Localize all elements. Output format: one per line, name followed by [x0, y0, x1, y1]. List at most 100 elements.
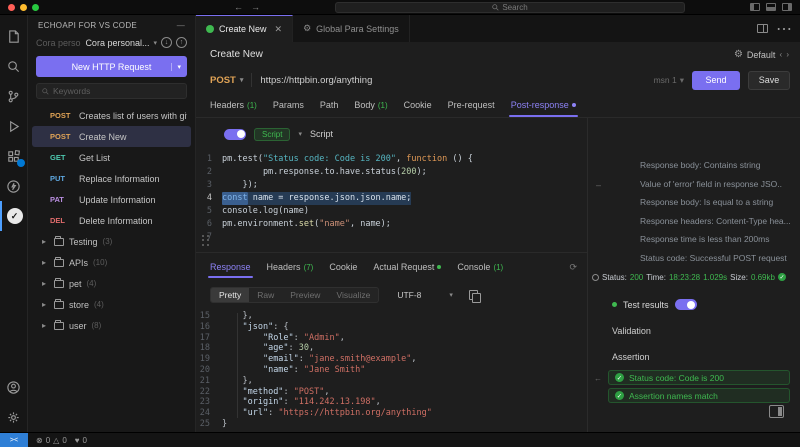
- response-tab-headers[interactable]: Headers (7): [267, 253, 314, 281]
- copy-icon[interactable]: [468, 289, 481, 303]
- response-tab-console[interactable]: Console (1): [457, 253, 503, 281]
- toggle-secondary-sidebar-icon[interactable]: [782, 3, 792, 11]
- url-input[interactable]: https://httpbin.org/anything: [260, 75, 645, 86]
- tab-global-para-settings[interactable]: ⚙ Global Para Settings: [293, 15, 410, 42]
- folder-item[interactable]: ▸ Testing (3): [28, 231, 195, 252]
- folder-name: store: [69, 299, 90, 310]
- extensions-icon[interactable]: [0, 141, 28, 171]
- window-controls[interactable]: [8, 3, 39, 11]
- maximize-window-button[interactable]: [32, 3, 39, 11]
- toggle-sidebar-icon[interactable]: [750, 3, 760, 11]
- snippet-item[interactable]: Value of 'error' field in response JSO..: [588, 175, 800, 194]
- sync-push-icon[interactable]: ↑: [176, 37, 187, 48]
- folder-icon: [54, 319, 64, 330]
- view-mode-raw[interactable]: Raw: [249, 288, 282, 302]
- toggle-panel-layout-icon[interactable]: [769, 405, 784, 418]
- response-tab-actual-request[interactable]: Actual Request: [373, 253, 442, 281]
- close-tab-icon[interactable]: ✕: [275, 24, 283, 35]
- history-back-icon[interactable]: ←: [234, 2, 243, 12]
- duration-value: 1.029s: [703, 272, 728, 282]
- method-select[interactable]: POST ▾: [210, 75, 243, 86]
- send-button[interactable]: Send: [692, 70, 740, 90]
- new-request-dropdown-icon[interactable]: ▾: [171, 62, 181, 71]
- request-item[interactable]: PUT Replace Information: [28, 168, 195, 189]
- chevron-down-icon: ▾: [679, 74, 684, 85]
- test-results-toggle[interactable]: [674, 299, 697, 310]
- request-tab-pre-request[interactable]: Pre-request: [448, 93, 495, 117]
- refresh-icon[interactable]: ⟳: [569, 262, 577, 273]
- remote-indicator[interactable]: ><: [0, 433, 28, 447]
- script-code-editor[interactable]: 1 pm.test("Status code: Code is 200", fun…: [196, 150, 587, 252]
- expand-arrow-icon[interactable]: ←: [594, 374, 602, 383]
- view-mode-visualize[interactable]: Visualize: [328, 288, 378, 302]
- extension-zap-icon[interactable]: [0, 171, 28, 201]
- activity-bar: ✓: [0, 15, 28, 432]
- snippet-item[interactable]: Status code: Successful POST request: [588, 249, 800, 268]
- folder-item[interactable]: ▸ pet (4): [28, 273, 195, 294]
- snippet-item[interactable]: Response headers: Content-Type hea...: [588, 212, 800, 231]
- run-debug-icon[interactable]: [0, 111, 28, 141]
- snippet-item[interactable]: Response body: Contains string: [588, 156, 800, 175]
- request-tab-cookie[interactable]: Cookie: [404, 93, 432, 117]
- view-mode-preview[interactable]: Preview: [282, 288, 328, 302]
- save-button[interactable]: Save: [748, 70, 790, 90]
- explorer-icon[interactable]: [0, 21, 28, 51]
- toggle-panel-icon[interactable]: [766, 3, 776, 11]
- chevron-down-icon: ▾: [153, 39, 157, 47]
- response-tab-cookie[interactable]: Cookie: [329, 253, 357, 281]
- folder-item[interactable]: ▸ APIs (10): [28, 252, 195, 273]
- request-item[interactable]: POST Create New: [32, 126, 191, 147]
- settings-gear-icon[interactable]: [0, 402, 28, 432]
- collapse-handle[interactable]: –: [596, 180, 601, 190]
- command-center-search[interactable]: Search: [335, 2, 685, 13]
- app-window: ← → Search ✓ ECHOAPI FOR VS CODE — Cora …: [0, 0, 800, 447]
- request-item[interactable]: DEL Delete Information: [28, 210, 195, 231]
- workspace-selector[interactable]: Cora personal...: [85, 38, 149, 48]
- environment-switch-icons[interactable]: ‹ ›: [779, 50, 790, 59]
- request-tab-headers[interactable]: Headers (1): [210, 93, 257, 117]
- service-selector[interactable]: msn 1 ▾: [654, 75, 684, 86]
- new-http-request-button[interactable]: New HTTP Request ▾: [36, 56, 187, 77]
- response-tab-response[interactable]: Response: [208, 253, 253, 281]
- json-line: 19 "email": "jane.smith@example",: [199, 354, 417, 365]
- request-item[interactable]: GET Get List: [28, 147, 195, 168]
- response-tabs: Response Headers (7) Cookie Actual Request Co…: [196, 252, 587, 281]
- search-icon[interactable]: [0, 51, 28, 81]
- request-tab-path[interactable]: Path: [320, 93, 339, 117]
- folder-item[interactable]: ▸ user (8): [28, 315, 195, 336]
- size-label: Size:: [730, 272, 748, 282]
- folder-item[interactable]: ▸ store (4): [28, 294, 195, 315]
- history-forward-icon[interactable]: →: [251, 2, 260, 12]
- accounts-icon[interactable]: [0, 372, 28, 402]
- tab-create-new[interactable]: Create New ✕: [196, 15, 294, 42]
- snippet-item[interactable]: Response time is less than 200ms: [588, 230, 800, 249]
- snippet-item[interactable]: Response body: Is equal to a string: [588, 193, 800, 212]
- code-line: 4 const name = response.json.json.name;: [206, 192, 412, 205]
- script-type-badge[interactable]: Script: [254, 127, 291, 141]
- sidebar-more-actions[interactable]: —: [177, 21, 185, 30]
- status-bar: >< ⊗ 0 △ 0 ♥ 0: [0, 432, 800, 447]
- source-control-icon[interactable]: [0, 81, 28, 111]
- request-item[interactable]: POST Creates list of users with given i..…: [28, 105, 195, 126]
- request-tab-post-response[interactable]: Post-response: [508, 93, 578, 117]
- split-editor-icon[interactable]: [757, 24, 768, 33]
- problems-indicator[interactable]: ⊗ 0 △ 0: [36, 436, 67, 445]
- sidebar-search-input[interactable]: Keywords: [36, 83, 187, 99]
- script-enabled-toggle[interactable]: [224, 128, 246, 140]
- view-mode-pretty[interactable]: Pretty: [211, 288, 250, 302]
- sync-pull-icon[interactable]: ↓: [161, 37, 172, 48]
- minimize-window-button[interactable]: [20, 3, 27, 11]
- close-window-button[interactable]: [8, 3, 15, 11]
- request-tab-body[interactable]: Body (1): [354, 93, 387, 117]
- editor-more-actions-icon[interactable]: ⋯: [776, 19, 792, 39]
- echoapi-extension-icon[interactable]: ✓: [0, 201, 28, 231]
- request-tab-params[interactable]: Params: [273, 93, 304, 117]
- response-status-bar: Status: 200 Time: 18:23:28 1.029s Size: …: [588, 267, 800, 287]
- request-item[interactable]: PAT Update Information: [28, 189, 195, 210]
- notifications-indicator[interactable]: ♥ 0: [75, 436, 87, 445]
- response-body-viewer[interactable]: 15 }, 16 "json": {17 "Role": "Admin", 18 "…: [196, 309, 587, 432]
- resize-handle[interactable]: [202, 235, 210, 246]
- encoding-select[interactable]: UTF-8 ▾: [397, 290, 453, 300]
- assertion-results: ← ✓ Status code: Code is 200 ✓ Assertion na…: [594, 370, 790, 403]
- environment-selector[interactable]: ⚙ Default ‹ ›: [734, 49, 790, 60]
